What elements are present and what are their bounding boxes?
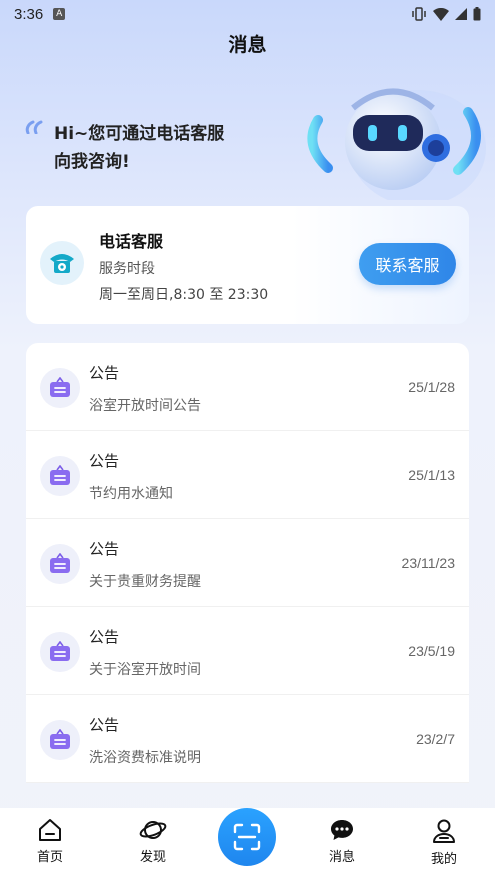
notice-title: 节约用水通知 — [89, 486, 173, 502]
message-icon — [331, 820, 353, 840]
hero-line-1: Hi~您可通过电话客服 — [54, 124, 225, 144]
home-icon — [39, 819, 61, 841]
service-hours: 周一至周日,8:30 至 23:30 — [99, 287, 269, 303]
list-item[interactable]: 公告 关于浴室开放时间 23/5/19 — [26, 607, 469, 695]
notice-date: 23/11/23 — [401, 555, 455, 571]
notice-type: 公告 — [89, 364, 120, 382]
scan-button[interactable] — [218, 808, 276, 866]
notice-board-icon — [40, 720, 80, 760]
hero-line-2: 向我咨询! — [54, 152, 130, 172]
notice-date: 23/2/7 — [416, 731, 455, 747]
tab-discover[interactable]: 发现 — [113, 818, 193, 865]
notification-badge: A — [53, 8, 66, 20]
tab-home-label: 首页 — [36, 850, 63, 865]
notice-list: 公告 浴室开放时间公告 25/1/28 公告 节约用水通知 25/1/13 公告… — [26, 343, 469, 783]
quote-icon — [25, 120, 43, 134]
notice-board-icon — [40, 368, 80, 408]
notice-board-icon — [40, 544, 80, 584]
status-bar: 3:36 A — [0, 0, 495, 28]
battery-icon — [473, 7, 481, 21]
notice-date: 25/1/13 — [408, 467, 455, 483]
list-item[interactable]: 公告 洗浴资费标准说明 23/2/7 — [26, 695, 469, 783]
notice-type: 公告 — [89, 716, 120, 734]
notice-date: 25/1/28 — [408, 379, 455, 395]
hero-greeting: Hi~您可通过电话客服 向我咨询! — [54, 120, 224, 176]
notice-type: 公告 — [89, 540, 120, 558]
list-item[interactable]: 公告 关于贵重财务提醒 23/11/23 — [26, 519, 469, 607]
wifi-icon — [433, 7, 449, 21]
vibrate-icon — [412, 7, 426, 21]
notice-board-icon — [40, 632, 80, 672]
status-time: 3:36 — [14, 5, 44, 23]
notice-title: 洗浴资费标准说明 — [89, 750, 201, 766]
robot-mascot-icon — [307, 88, 486, 200]
notice-type: 公告 — [89, 452, 120, 470]
scan-icon — [233, 823, 261, 851]
notice-title: 关于贵重财务提醒 — [89, 574, 201, 590]
planet-icon — [139, 821, 167, 839]
notice-date: 23/5/19 — [408, 643, 455, 659]
tab-home[interactable]: 首页 — [10, 818, 90, 865]
bottom-tab-bar: 首页 发现 消息 我的 — [0, 808, 495, 880]
contact-service-button[interactable]: 联系客服 — [359, 243, 456, 285]
service-hours-label: 服务时段 — [99, 261, 155, 277]
tab-mine-label: 我的 — [430, 852, 457, 867]
notice-title: 关于浴室开放时间 — [89, 662, 201, 678]
list-item[interactable]: 公告 浴室开放时间公告 25/1/28 — [26, 343, 469, 431]
notice-title: 浴室开放时间公告 — [89, 398, 201, 414]
notice-type: 公告 — [89, 628, 120, 646]
phone-icon — [40, 241, 84, 285]
notice-board-icon — [40, 456, 80, 496]
page-title: 消息 — [228, 34, 267, 56]
tab-discover-label: 发现 — [139, 850, 166, 865]
user-icon — [433, 819, 455, 843]
service-title: 电话客服 — [99, 232, 164, 251]
list-item[interactable]: 公告 节约用水通知 25/1/13 — [26, 431, 469, 519]
tab-mine[interactable]: 我的 — [404, 818, 484, 867]
signal-icon — [455, 8, 467, 20]
phone-service-card: 电话客服 服务时段 周一至周日,8:30 至 23:30 联系客服 — [26, 206, 469, 324]
status-icons — [411, 7, 481, 21]
tab-messages[interactable]: 消息 — [302, 818, 382, 865]
tab-messages-label: 消息 — [328, 850, 355, 865]
